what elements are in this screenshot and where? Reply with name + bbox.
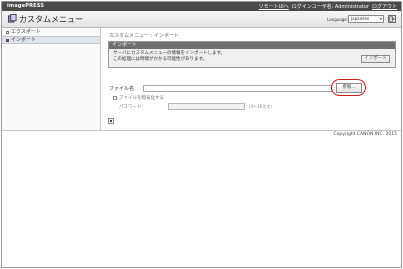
copyright: Copyright CANON INC. 2015 [333, 132, 398, 137]
file-name-label: ファイル名: [109, 86, 136, 92]
top-nav: リモートUIへ ログインユーザ名: Administrator ログアウト [259, 3, 397, 10]
chevron-down-icon: ▾ [379, 16, 382, 21]
collapse-icon[interactable] [108, 118, 114, 124]
language-select[interactable]: Japanese ▾ [348, 15, 384, 23]
sidebar-item-label: エクスポート [11, 29, 41, 35]
panel-title: インポート [109, 42, 395, 49]
logout-icon[interactable] [388, 15, 396, 23]
language-value: Japanese [351, 16, 370, 21]
sidebar-item-export[interactable]: エクスポート [2, 28, 100, 36]
sidebar-item-import[interactable]: インポート [2, 36, 100, 44]
brand-logo: imagePRESS [7, 3, 45, 9]
app-header: カスタムメニュー Language: Japanese ▾ [2, 11, 401, 28]
import-panel: インポート サーバにカスタムメニューの情報をインポートします。 この処理には時間… [108, 41, 396, 68]
encrypt-checkbox[interactable] [113, 96, 117, 100]
encrypt-row: ファイルを暗号化する [113, 95, 164, 101]
breadcrumb: カスタムメニュー : インポート [109, 33, 179, 39]
remote-ui-link[interactable]: リモートUIへ [259, 3, 289, 10]
login-user-text: ログインユーザ名: Administrator [291, 4, 369, 10]
window-frame: imagePRESS リモートUIへ ログインユーザ名: Administrat… [1, 1, 402, 268]
app-title: カスタムメニュー [19, 15, 83, 24]
file-name-input[interactable] [143, 85, 332, 92]
panel-description-line: この処理には時間がかかる可能性があります。 [113, 56, 208, 62]
sidebar: エクスポート インポート [2, 28, 101, 130]
main-content: カスタムメニュー : インポート インポート サーバにカスタムメニューの情報をイ… [103, 28, 399, 130]
import-button[interactable]: インポート [361, 55, 390, 63]
language-label: Language: [327, 17, 349, 22]
panel-description-line: サーバにカスタムメニューの情報をインポートします。 [113, 51, 226, 56]
sidebar-item-label: インポート [11, 37, 37, 43]
password-label: パスワード: [119, 105, 144, 110]
panel-description: サーバにカスタムメニューの情報をインポートします。 この処理には時間がかかる可能… [113, 51, 225, 62]
encrypt-label: ファイルを暗号化する [119, 96, 164, 101]
password-note: (4〜16文字) [249, 104, 272, 109]
password-input[interactable] [168, 103, 245, 110]
square-filled-icon [6, 38, 9, 42]
logout-link[interactable]: ログアウト [372, 3, 397, 10]
square-hollow-icon [6, 30, 9, 34]
custom-menu-icon [8, 14, 17, 23]
footer-divider [2, 130, 401, 131]
highlight-ring [331, 79, 366, 96]
top-bar: imagePRESS リモートUIへ ログインユーザ名: Administrat… [2, 2, 401, 11]
